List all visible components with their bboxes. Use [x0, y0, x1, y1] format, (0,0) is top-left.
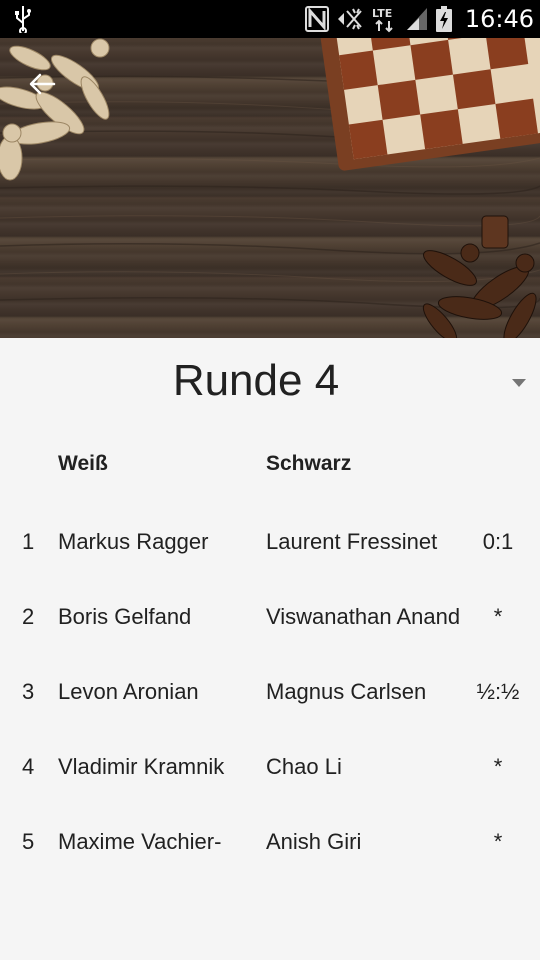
- pairing-row[interactable]: 5 Maxime Vachier- Anish Giri *: [0, 821, 540, 861]
- game-result: *: [493, 829, 503, 854]
- black-player: Laurent Fressinet: [266, 529, 438, 554]
- chess-wood-background: [0, 38, 540, 338]
- black-player: Anish Giri: [266, 829, 362, 854]
- status-bar: LTE 16:46: [0, 0, 540, 38]
- board-number: 1: [22, 529, 35, 554]
- lte-label: LTE: [372, 7, 392, 20]
- round-title: Runde 4: [172, 356, 340, 405]
- pairing-row[interactable]: 1 Markus Ragger Laurent Fressinet 0:1: [0, 521, 540, 561]
- header-image: [0, 38, 540, 338]
- game-result: *: [493, 754, 503, 779]
- game-result: 0:1: [482, 529, 514, 554]
- back-button[interactable]: [22, 64, 62, 104]
- black-player: Magnus Carlsen: [266, 679, 427, 704]
- board-number: 5: [22, 829, 35, 854]
- pairing-row[interactable]: 3 Levon Aronian Magnus Carlsen ½:½: [0, 671, 540, 711]
- white-player: Markus Ragger: [58, 529, 209, 554]
- black-player: Chao Li: [266, 754, 342, 779]
- white-player: Boris Gelfand: [58, 604, 192, 629]
- signal-icon: [406, 8, 427, 30]
- column-header-black: Schwarz: [266, 452, 352, 475]
- dropdown-arrow-icon: [512, 379, 526, 387]
- round-dropdown[interactable]: [504, 372, 534, 394]
- nfc-icon: [304, 6, 329, 32]
- usb-icon: [15, 6, 31, 33]
- white-player: Levon Aronian: [58, 679, 199, 704]
- game-result: *: [493, 604, 503, 629]
- black-player: Viswanathan Anand: [266, 604, 461, 629]
- mute-icon: [337, 8, 362, 30]
- column-header-white: Weiß: [58, 452, 108, 475]
- lte-icon: LTE: [372, 7, 393, 33]
- arrow-back-icon: [29, 73, 56, 95]
- board-number: 2: [22, 604, 35, 629]
- white-player: Maxime Vachier-: [58, 829, 222, 854]
- pairing-row[interactable]: 2 Boris Gelfand Viswanathan Anand *: [0, 596, 540, 636]
- white-player: Vladimir Kramnik: [58, 754, 225, 779]
- board-number: 3: [22, 679, 35, 704]
- clock: 16:46: [464, 5, 534, 33]
- game-result: ½:½: [476, 679, 520, 704]
- board-number: 4: [22, 754, 35, 779]
- battery-charging-icon: [435, 6, 452, 32]
- pairing-row[interactable]: 4 Vladimir Kramnik Chao Li *: [0, 746, 540, 786]
